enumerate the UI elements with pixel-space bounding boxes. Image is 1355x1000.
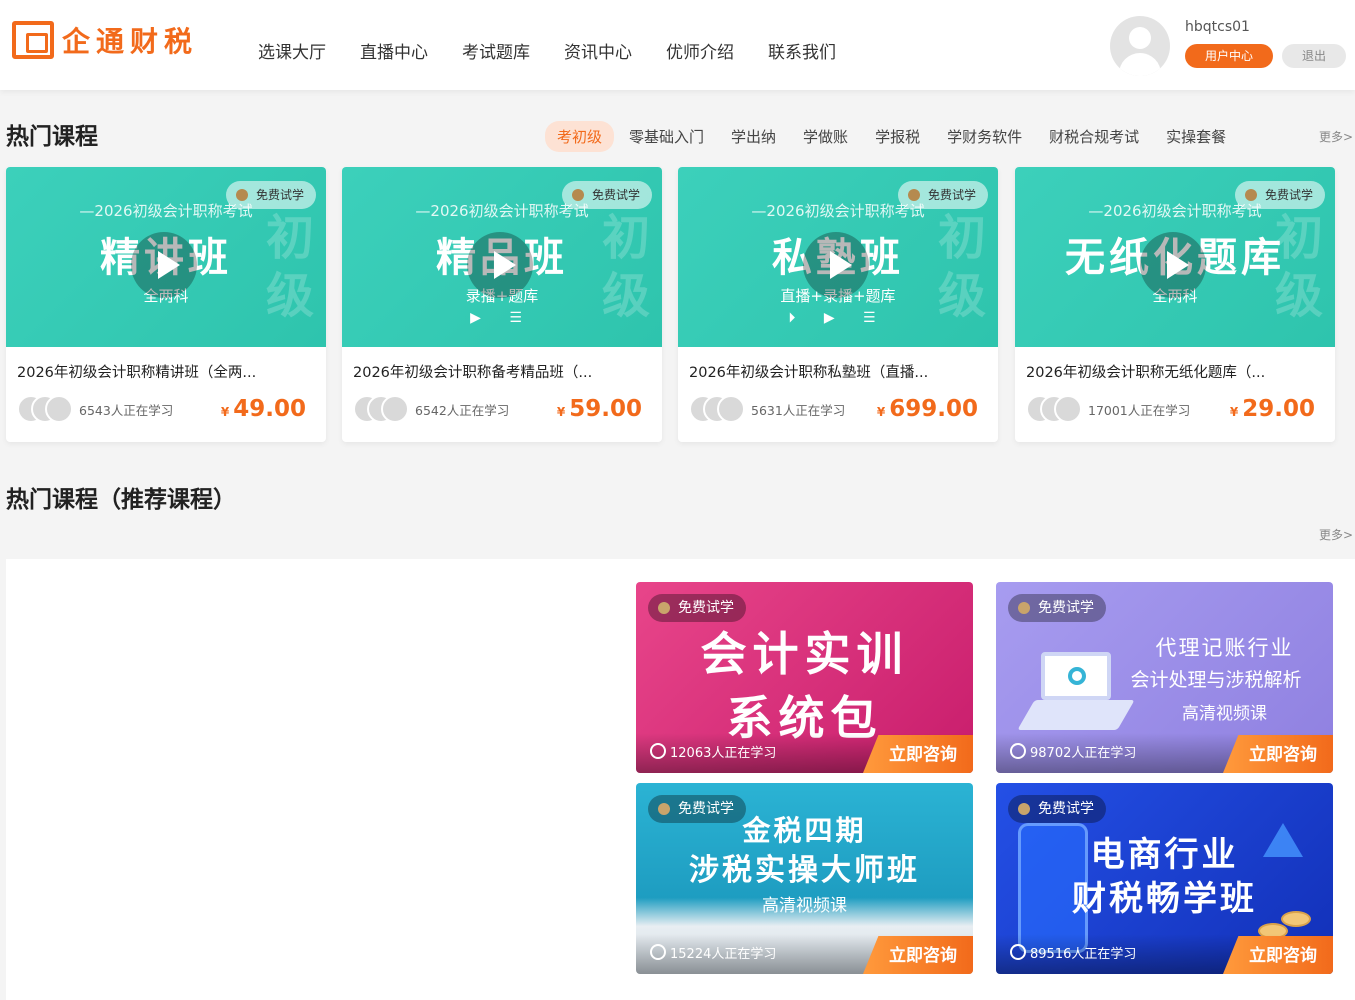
tab-bookkeeping[interactable]: 学做账 bbox=[791, 121, 860, 152]
learner-info: 5631人正在学习 bbox=[689, 395, 845, 423]
learner-count: 6542人正在学习 bbox=[415, 402, 510, 418]
nav-item-live-center[interactable]: 直播中心 bbox=[360, 38, 428, 63]
course-title[interactable]: 2026年初级会计职称私塾班（直播... bbox=[689, 361, 989, 382]
nav-item-course-hall[interactable]: 选课大厅 bbox=[258, 38, 326, 63]
recommended-card[interactable]: 金税四期 涉税实操大师班 高清视频课 免费试学 15224人正在学习 立即咨询 bbox=[636, 783, 973, 974]
learner-avatars bbox=[1026, 395, 1084, 423]
logo[interactable]: 企通财税 bbox=[12, 20, 198, 60]
tab-junior-exam[interactable]: 考初级 bbox=[545, 121, 615, 152]
rec-title-line1: 会计实训 bbox=[700, 627, 909, 681]
user-center-button[interactable]: 用户中心 bbox=[1185, 44, 1273, 68]
learner-info: 6543人正在学习 bbox=[17, 395, 173, 423]
course-card[interactable]: 初级 —2026初级会计职称考试 精讲班 全两科 免费试学 2026年初级会计职… bbox=[6, 167, 326, 442]
course-cover: 初级 —2026初级会计职称考试 无纸化题库 全两科 免费试学 bbox=[1015, 167, 1335, 347]
learner-avatars bbox=[353, 395, 411, 423]
play-icon[interactable] bbox=[467, 232, 533, 298]
course-card[interactable]: 初级 —2026初级会计职称考试 无纸化题库 全两科 免费试学 2026年初级会… bbox=[1015, 167, 1335, 442]
tab-finance-software[interactable]: 学财务软件 bbox=[935, 121, 1034, 152]
recommended-card[interactable]: 会计实训 系统包 免费试学 12063人正在学习 立即咨询 bbox=[636, 582, 973, 773]
learner-count: 89516人正在学习 bbox=[1010, 943, 1136, 962]
logout-button[interactable]: 退出 bbox=[1282, 44, 1346, 68]
course-cover: 初级 —2026初级会计职称考试 精讲班 全两科 免费试学 bbox=[6, 167, 326, 347]
free-trial-badge: 免费试学 bbox=[897, 181, 988, 209]
course-price: ¥49.00 bbox=[221, 396, 306, 422]
currency-symbol: ¥ bbox=[556, 405, 566, 419]
learner-count: 6543人正在学习 bbox=[79, 402, 174, 418]
recommended-card[interactable]: 代理记账行业 会计处理与涉税解析 高清视频课 免费试学 98702人正在学习 立… bbox=[996, 582, 1333, 773]
course-card[interactable]: 初级 —2026初级会计职称考试 精品班 录播+题库 ▶ ☰ 免费试学 2026… bbox=[342, 167, 662, 442]
hot-more-link[interactable]: 更多> bbox=[1319, 128, 1353, 145]
play-icon[interactable] bbox=[131, 232, 197, 298]
currency-symbol: ¥ bbox=[876, 405, 886, 419]
course-title[interactable]: 2026年初级会计职称精讲班（全两... bbox=[17, 361, 317, 382]
free-trial-badge: 免费试学 bbox=[561, 181, 652, 209]
course-price: ¥29.00 bbox=[1230, 396, 1315, 422]
learner-count: 98702人正在学习 bbox=[1010, 742, 1136, 761]
price-value: 49.00 bbox=[233, 396, 306, 422]
learner-count: 12063人正在学习 bbox=[650, 742, 776, 761]
learner-info: 6542人正在学习 bbox=[353, 395, 509, 423]
rec-title-line3: 高清视频课 bbox=[762, 896, 847, 916]
course-title[interactable]: 2026年初级会计职称无纸化题库（... bbox=[1026, 361, 1326, 382]
recommended-card[interactable]: 电商行业 财税畅学班 免费试学 89516人正在学习 立即咨询 bbox=[996, 783, 1333, 974]
learner-info: 17001人正在学习 bbox=[1026, 395, 1190, 423]
category-tabs: 考初级 零基础入门 学出纳 学做账 学报税 学财务软件 财税合规考试 实操套餐 bbox=[545, 121, 1241, 152]
nav-item-exam-bank[interactable]: 考试题库 bbox=[462, 38, 530, 63]
free-trial-badge: 免费试学 bbox=[1008, 594, 1106, 622]
free-trial-badge: 免费试学 bbox=[648, 795, 746, 823]
free-trial-badge: 免费试学 bbox=[1234, 181, 1325, 209]
course-cover: 初级 —2026初级会计职称考试 精品班 录播+题库 ▶ ☰ 免费试学 bbox=[342, 167, 662, 347]
rec-title-line3: 高清视频课 bbox=[1182, 704, 1267, 724]
learner-count: 15224人正在学习 bbox=[650, 943, 776, 962]
free-trial-badge: 免费试学 bbox=[648, 594, 746, 622]
cover-icons: ⏵ ▶ ☰ bbox=[788, 310, 888, 326]
course-cover: 初级 —2026初级会计职称考试 私塾班 直播+录播+题库 ⏵ ▶ ☰ 免费试学 bbox=[678, 167, 998, 347]
consult-button[interactable]: 立即咨询 bbox=[863, 735, 973, 773]
nav-item-news-center[interactable]: 资讯中心 bbox=[564, 38, 632, 63]
learner-avatars bbox=[689, 395, 747, 423]
price-value: 699.00 bbox=[889, 396, 978, 422]
learner-count: 5631人正在学习 bbox=[751, 402, 846, 418]
consult-button[interactable]: 立即咨询 bbox=[1223, 936, 1333, 974]
course-title[interactable]: 2026年初级会计职称备考精品班（... bbox=[353, 361, 653, 382]
recommended-panel: 会计实训 系统包 免费试学 12063人正在学习 立即咨询 代理记账行业 会计处… bbox=[6, 559, 1355, 1000]
main-nav: 选课大厅 直播中心 考试题库 资讯中心 优师介绍 联系我们 bbox=[258, 38, 836, 63]
logo-icon bbox=[12, 21, 54, 59]
hot-courses-title: 热门课程 bbox=[6, 124, 98, 150]
tab-compliance-exam[interactable]: 财税合规考试 bbox=[1037, 121, 1151, 152]
tab-tax-filing[interactable]: 学报税 bbox=[863, 121, 932, 152]
course-price: ¥59.00 bbox=[557, 396, 642, 422]
currency-symbol: ¥ bbox=[1229, 405, 1239, 419]
rec-title-line1: 代理记账行业 bbox=[1155, 636, 1294, 660]
cover-icons: ▶ ☰ bbox=[470, 310, 534, 326]
site-header: 企通财税 选课大厅 直播中心 考试题库 资讯中心 优师介绍 联系我们 hbqtc… bbox=[0, 0, 1355, 90]
tab-zero-basics[interactable]: 零基础入门 bbox=[617, 121, 716, 152]
price-value: 29.00 bbox=[1242, 396, 1315, 422]
recommended-title: 热门课程（推荐课程） bbox=[6, 487, 236, 513]
nav-item-contact[interactable]: 联系我们 bbox=[768, 38, 836, 63]
tab-practice-package[interactable]: 实操套餐 bbox=[1154, 121, 1238, 152]
learner-count: 17001人正在学习 bbox=[1088, 402, 1191, 418]
play-icon[interactable] bbox=[1140, 232, 1206, 298]
play-icon[interactable] bbox=[803, 232, 869, 298]
free-trial-badge: 免费试学 bbox=[225, 181, 316, 209]
learner-avatars bbox=[17, 395, 75, 423]
rec-title-line2: 财税畅学班 bbox=[1072, 879, 1257, 919]
consult-button[interactable]: 立即咨询 bbox=[863, 936, 973, 974]
free-trial-badge: 免费试学 bbox=[1008, 795, 1106, 823]
currency-symbol: ¥ bbox=[220, 405, 230, 419]
course-card[interactable]: 初级 —2026初级会计职称考试 私塾班 直播+录播+题库 ⏵ ▶ ☰ 免费试学… bbox=[678, 167, 998, 442]
username: hbqtcs01 bbox=[1185, 19, 1250, 35]
consult-button[interactable]: 立即咨询 bbox=[1223, 735, 1333, 773]
logo-text: 企通财税 bbox=[62, 25, 199, 58]
price-value: 59.00 bbox=[569, 396, 642, 422]
rec-title-line2: 会计处理与涉税解析 bbox=[1130, 669, 1302, 691]
rec-title-line2: 涉税实操大师班 bbox=[689, 853, 920, 888]
avatar[interactable] bbox=[1110, 16, 1170, 76]
rec-title-line1: 电商行业 bbox=[1090, 835, 1239, 875]
course-price: ¥699.00 bbox=[877, 396, 978, 422]
nav-item-teachers[interactable]: 优师介绍 bbox=[666, 38, 734, 63]
tab-cashier[interactable]: 学出纳 bbox=[719, 121, 788, 152]
recommended-more-link[interactable]: 更多> bbox=[1319, 526, 1353, 543]
